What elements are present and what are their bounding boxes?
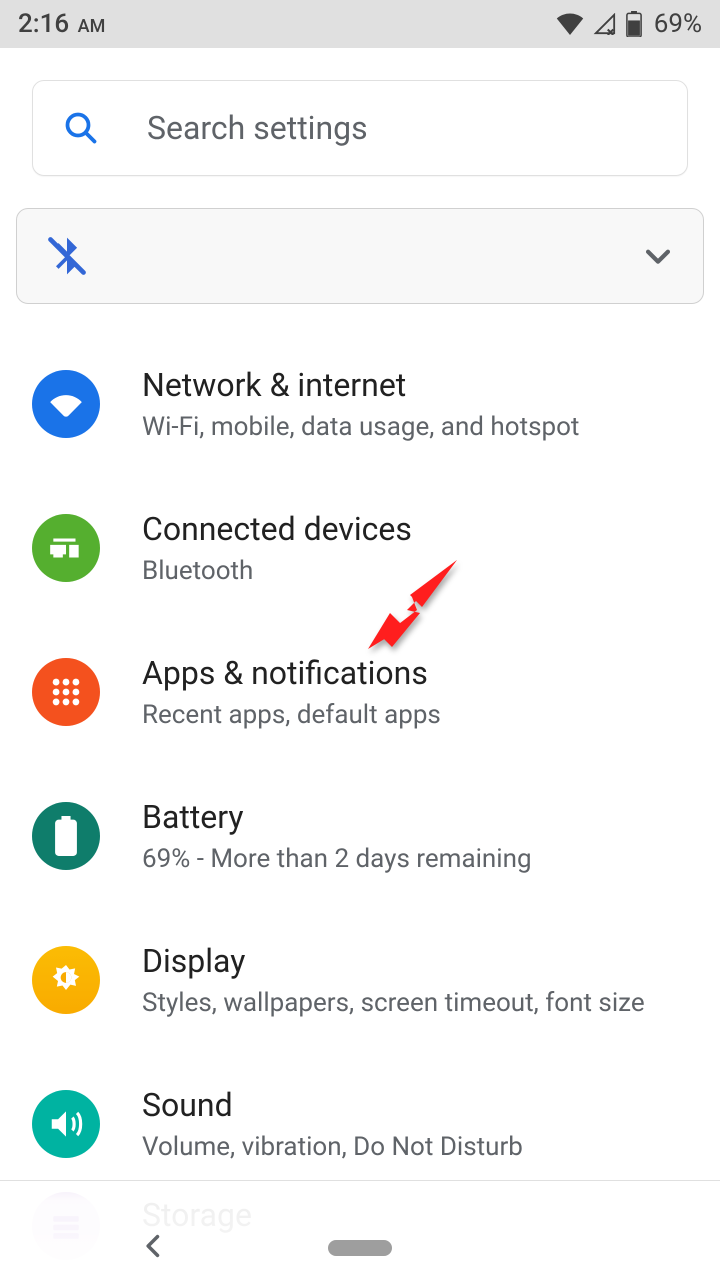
status-icons: 69% bbox=[556, 9, 702, 39]
gesture-nav-bar bbox=[0, 1216, 720, 1280]
status-clock: 2:16 AM bbox=[18, 9, 105, 39]
display-icon bbox=[32, 946, 100, 1014]
sound-icon bbox=[32, 1090, 100, 1158]
home-gesture-pill[interactable] bbox=[328, 1240, 392, 1256]
settings-item-display[interactable]: Display Styles, wallpapers, screen timeo… bbox=[0, 908, 720, 1052]
cell-signal-icon bbox=[592, 13, 618, 35]
apps-icon bbox=[32, 658, 100, 726]
settings-item-title: Battery bbox=[142, 797, 532, 837]
settings-item-subtitle: 69% - More than 2 days remaining bbox=[142, 843, 532, 876]
settings-item-subtitle: Volume, vibration, Do Not Disturb bbox=[142, 1131, 523, 1164]
status-bar: 2:16 AM 69% bbox=[0, 0, 720, 48]
search-settings[interactable]: Search settings bbox=[32, 80, 688, 176]
settings-item-apps[interactable]: Apps & notifications Recent apps, defaul… bbox=[0, 620, 720, 764]
devices-icon bbox=[32, 514, 100, 582]
status-battery-pct: 69% bbox=[654, 9, 702, 39]
search-placeholder: Search settings bbox=[147, 109, 368, 147]
settings-item-title: Network & internet bbox=[142, 365, 579, 405]
search-icon bbox=[63, 110, 99, 146]
settings-item-title: Apps & notifications bbox=[142, 653, 441, 693]
battery-icon bbox=[626, 11, 642, 37]
back-button[interactable] bbox=[140, 1232, 168, 1260]
settings-item-battery[interactable]: Battery 69% - More than 2 days remaining bbox=[0, 764, 720, 908]
status-ampm: AM bbox=[78, 16, 106, 37]
bluetooth-disabled-icon bbox=[45, 234, 89, 278]
settings-list: Network & internet Wi-Fi, mobile, data u… bbox=[0, 332, 720, 1196]
settings-item-title: Sound bbox=[142, 1085, 523, 1125]
wifi-icon bbox=[556, 13, 584, 35]
wifi-icon bbox=[32, 370, 100, 438]
settings-item-network[interactable]: Network & internet Wi-Fi, mobile, data u… bbox=[0, 332, 720, 476]
battery-icon bbox=[32, 802, 100, 870]
suggestion-card[interactable] bbox=[16, 208, 704, 304]
settings-item-sound[interactable]: Sound Volume, vibration, Do Not Disturb bbox=[0, 1052, 720, 1196]
settings-item-subtitle: Recent apps, default apps bbox=[142, 699, 441, 732]
settings-item-devices[interactable]: Connected devices Bluetooth bbox=[0, 476, 720, 620]
settings-item-subtitle: Styles, wallpapers, screen timeout, font… bbox=[142, 987, 645, 1020]
settings-item-subtitle: Bluetooth bbox=[142, 555, 412, 588]
status-time: 2:16 bbox=[18, 9, 69, 39]
settings-item-title: Display bbox=[142, 941, 645, 981]
settings-item-subtitle: Wi-Fi, mobile, data usage, and hotspot bbox=[142, 411, 579, 444]
chevron-down-icon bbox=[641, 239, 675, 273]
settings-item-title: Connected devices bbox=[142, 509, 412, 549]
